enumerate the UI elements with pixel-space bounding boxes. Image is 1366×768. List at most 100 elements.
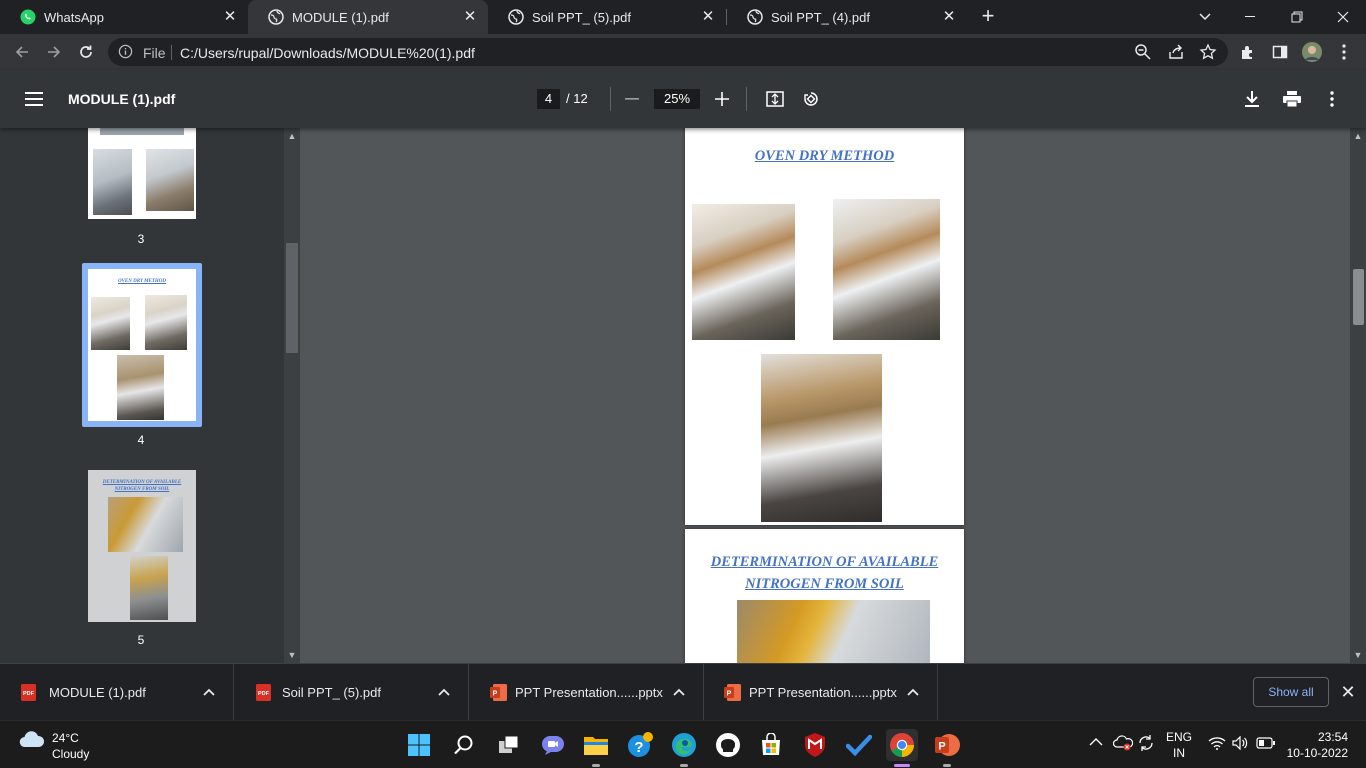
help-icon[interactable]: ? <box>624 729 656 761</box>
download-icon[interactable] <box>1240 87 1264 111</box>
close-shelf-icon[interactable]: ✕ <box>1339 683 1357 701</box>
page-number-input[interactable]: 4 <box>537 89 560 109</box>
download-name: MODULE (1).pdf <box>49 685 146 700</box>
bookmark-star-icon[interactable] <box>1199 43 1217 66</box>
document-scrollbar[interactable]: ▲ ▼ <box>1350 128 1366 663</box>
scroll-down-icon[interactable]: ▼ <box>284 647 300 663</box>
microsoft-store-icon[interactable] <box>755 729 787 761</box>
scroll-up-icon[interactable]: ▲ <box>1350 128 1366 144</box>
chrome-menu-icon[interactable] <box>1332 40 1356 64</box>
thumbnail-page-4[interactable]: OVEN DRY METHOD <box>88 269 196 421</box>
scroll-up-icon[interactable]: ▲ <box>284 128 300 144</box>
todo-icon[interactable] <box>843 729 875 761</box>
powerpoint-icon: P <box>490 684 507 701</box>
sidebar-scrollbar[interactable]: ▲ ▼ <box>284 128 300 663</box>
browser-toolbar: File C:/Users/rupal/Downloads/MODULE%20(… <box>0 34 1366 70</box>
side-panel-icon[interactable] <box>1268 40 1292 64</box>
tab-close-icon[interactable]: ✕ <box>222 9 238 25</box>
thumbnail-label: 5 <box>137 633 145 647</box>
volume-icon[interactable] <box>1232 735 1248 753</box>
reload-icon[interactable] <box>74 40 98 64</box>
fit-to-page-icon[interactable] <box>763 87 787 111</box>
print-icon[interactable] <box>1280 87 1304 111</box>
pdf-file-icon: PDF <box>256 684 271 701</box>
document-view[interactable]: OVEN DRY METHOD DETERMINATION OF AVAILAB… <box>300 128 1366 663</box>
sidebar-menu-icon[interactable] <box>22 87 46 111</box>
thumbnail-heading: DETERMINATION OF AVAILABLE NITROGEN FROM… <box>102 480 182 492</box>
info-icon[interactable] <box>118 44 133 64</box>
url-text[interactable]: C:/Users/rupal/Downloads/MODULE%20(1).pd… <box>180 45 475 61</box>
tab-whatsapp[interactable]: WhatsApp ✕ <box>0 0 248 34</box>
tab-close-icon[interactable]: ✕ <box>700 9 716 25</box>
forward-icon[interactable] <box>42 40 66 64</box>
page-heading-line2: NITROGEN FROM SOIL <box>745 576 904 592</box>
thumbnail-sidebar: 3 OVEN DRY METHOD 4 DETERMINATION OF AVA… <box>0 128 300 663</box>
close-window-icon[interactable] <box>1331 5 1355 29</box>
sync-icon[interactable] <box>1137 734 1155 755</box>
download-item[interactable]: PDF Soil PPT_ (5).pdf <box>235 664 469 721</box>
tray-chevron-up-icon[interactable] <box>1089 736 1103 750</box>
svg-text:P: P <box>938 741 945 753</box>
mcafee-icon[interactable] <box>799 729 831 761</box>
zoom-icon[interactable] <box>1134 43 1152 66</box>
tab-module-pdf[interactable]: MODULE (1).pdf ✕ <box>248 0 488 34</box>
chevron-up-icon[interactable] <box>671 684 687 700</box>
zoom-out-icon[interactable] <box>620 87 644 111</box>
clock[interactable]: 23:54 10-10-2022 <box>1286 730 1348 760</box>
chrome-icon[interactable] <box>886 729 918 767</box>
powerpoint-taskbar-icon[interactable]: P <box>931 729 963 767</box>
avatar[interactable] <box>1300 40 1324 64</box>
address-bar[interactable]: File C:/Users/rupal/Downloads/MODULE%20(… <box>108 38 1228 66</box>
chevron-up-icon[interactable] <box>905 684 921 700</box>
download-item[interactable]: PDF MODULE (1).pdf <box>0 664 234 721</box>
show-all-button[interactable]: Show all <box>1253 677 1329 707</box>
tab-close-icon[interactable]: ✕ <box>462 9 478 25</box>
photo-oven-dry-1 <box>692 204 795 340</box>
minimize-icon[interactable] <box>1239 5 1263 29</box>
share-icon[interactable] <box>1167 43 1185 66</box>
taskbar: 24°C Cloudy ? P ENG IN 23:54 10-10-2022 <box>0 720 1366 768</box>
weather-widget[interactable]: 24°C Cloudy <box>18 729 89 761</box>
language-indicator[interactable]: ENG IN <box>1166 730 1192 760</box>
svg-text:?: ? <box>634 739 643 756</box>
chevron-up-icon[interactable] <box>201 684 217 700</box>
github-icon[interactable] <box>712 729 744 761</box>
tab-soil-ppt-4[interactable]: Soil PPT_ (4).pdf ✕ <box>727 0 967 34</box>
tab-soil-ppt-5[interactable]: Soil PPT_ (5).pdf ✕ <box>488 0 726 34</box>
extensions-icon[interactable] <box>1236 40 1260 64</box>
battery-icon[interactable] <box>1256 737 1276 752</box>
clock-time: 23:54 <box>1317 730 1348 744</box>
tab-close-icon[interactable]: ✕ <box>941 9 957 25</box>
edge-icon[interactable] <box>668 729 700 767</box>
chevron-up-icon[interactable] <box>436 684 452 700</box>
language-line1: ENG <box>1166 730 1193 744</box>
task-view-icon[interactable] <box>493 729 525 761</box>
start-icon[interactable] <box>403 729 435 761</box>
restore-icon[interactable] <box>1285 5 1309 29</box>
scroll-down-icon[interactable]: ▼ <box>1350 647 1366 663</box>
download-item[interactable]: P PPT Presentation......pptx <box>704 664 938 721</box>
zoom-level-input[interactable]: 25% <box>654 89 700 109</box>
file-explorer-icon[interactable] <box>580 729 612 767</box>
onedrive-icon[interactable] <box>1112 735 1134 754</box>
sidebar-scroll-thumb[interactable] <box>286 243 298 353</box>
download-item[interactable]: P PPT Presentation......pptx <box>470 664 704 721</box>
search-icon[interactable] <box>448 729 480 761</box>
document-scroll-thumb[interactable] <box>1353 269 1364 325</box>
zoom-in-icon[interactable] <box>710 87 734 111</box>
rotate-icon[interactable] <box>799 87 823 111</box>
new-tab-button[interactable]: + <box>977 5 999 28</box>
wifi-icon[interactable] <box>1208 736 1226 753</box>
teams-chat-icon[interactable] <box>537 729 569 761</box>
more-actions-icon[interactable] <box>1320 87 1344 111</box>
svg-text:PDF: PDF <box>258 691 270 697</box>
page-heading-line1: DETERMINATION OF AVAILABLE <box>710 554 939 570</box>
download-name: Soil PPT_ (5).pdf <box>282 685 381 700</box>
thumbnail-page-3[interactable] <box>88 128 196 219</box>
tab-search-icon[interactable] <box>1193 5 1217 29</box>
language-line2: IN <box>1173 746 1185 760</box>
whatsapp-icon <box>20 9 36 25</box>
thumbnail-page-5[interactable]: DETERMINATION OF AVAILABLE NITROGEN FROM… <box>88 470 196 622</box>
back-icon[interactable] <box>10 40 34 64</box>
pdf-title: MODULE (1).pdf <box>68 91 176 107</box>
